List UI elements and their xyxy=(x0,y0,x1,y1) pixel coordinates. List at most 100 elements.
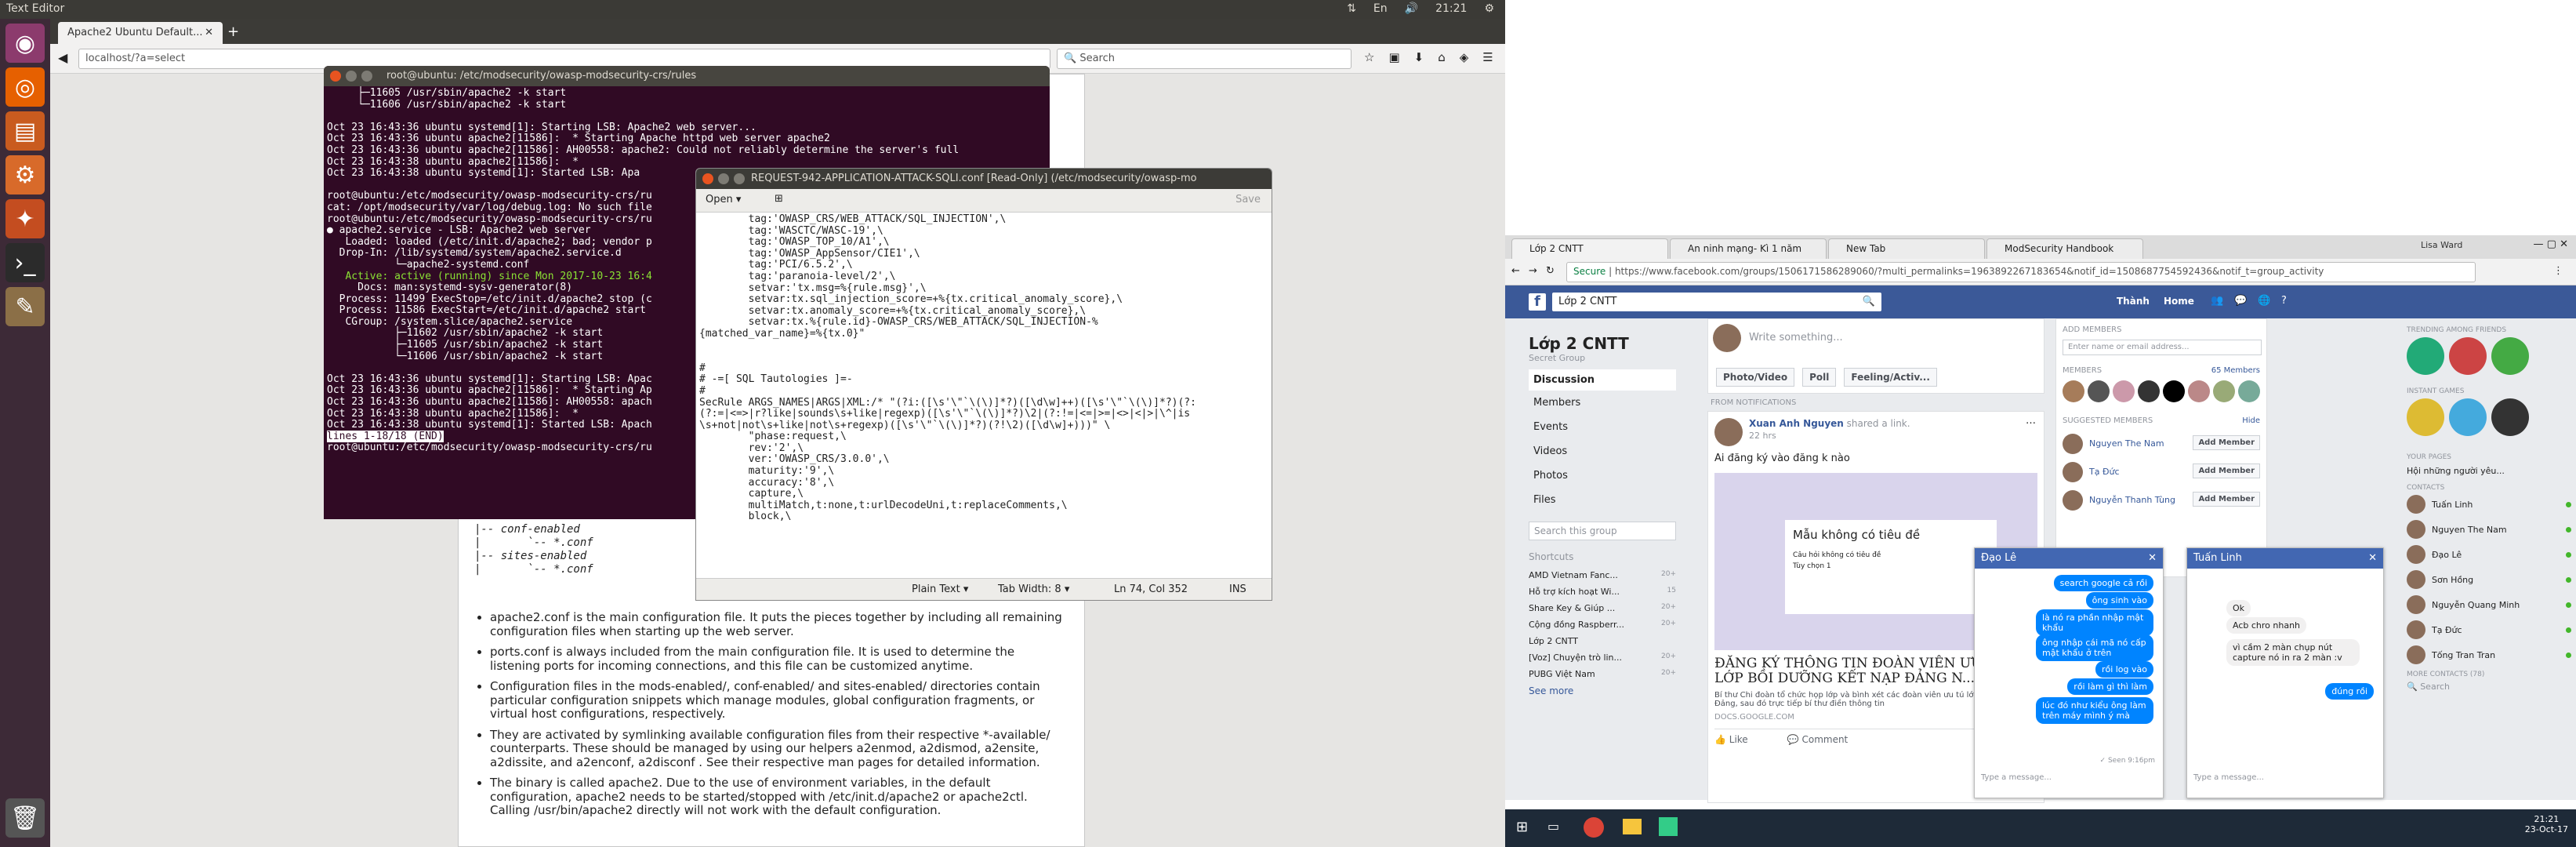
contact-item[interactable]: Sơn Hồng xyxy=(2407,567,2571,592)
chat-header[interactable]: Tuấn Linh ✕ xyxy=(2187,548,2383,569)
game-icon[interactable] xyxy=(2491,337,2529,375)
contact-item[interactable]: Tuấn Linh xyxy=(2407,492,2571,517)
members-count[interactable]: 65 Members xyxy=(2211,366,2260,375)
volume-icon[interactable]: 🔊 xyxy=(1405,2,1418,15)
taskbar-time[interactable]: 21:21 xyxy=(2525,814,2568,824)
editor-titlebar[interactable]: REQUEST-942-APPLICATION-ATTACK-SQLI.conf… xyxy=(696,169,1272,189)
back-icon[interactable]: ← xyxy=(1511,265,1520,277)
shortcut-item[interactable]: AMD Vietnam Fanc... 20+ xyxy=(1529,567,1676,583)
chat-input[interactable]: Type a message... xyxy=(1981,773,2052,782)
chrome-icon[interactable] xyxy=(1584,817,1604,838)
software-icon[interactable]: ✦ xyxy=(5,199,45,238)
back-icon[interactable]: ◀ xyxy=(58,50,67,65)
close-icon[interactable]: ✕ xyxy=(2148,552,2157,564)
suggested-member-name[interactable]: Nguyễn Thanh Tùng xyxy=(2089,495,2175,505)
gedit-window[interactable]: REQUEST-942-APPLICATION-ATTACK-SQLI.conf… xyxy=(695,168,1272,601)
help-icon[interactable]: ? xyxy=(2281,295,2287,307)
nav-photos[interactable]: Photos xyxy=(1529,463,1676,488)
forward-icon[interactable]: → xyxy=(1529,265,1537,277)
member-avatar[interactable] xyxy=(2138,380,2160,402)
search-icon[interactable]: 🔍 xyxy=(1863,296,1875,307)
menu-icon[interactable]: ☰ xyxy=(1482,50,1493,64)
minimize-icon[interactable] xyxy=(346,71,357,82)
contacts-search-input[interactable]: 🔍 Search xyxy=(2407,682,2571,692)
member-avatar[interactable] xyxy=(2188,380,2210,402)
nav-files[interactable]: Files xyxy=(1529,488,1676,512)
open-button[interactable]: Open ▾ xyxy=(706,194,741,205)
reading-list-icon[interactable]: ▣ xyxy=(1388,50,1399,64)
maximize-icon[interactable] xyxy=(361,71,372,82)
shortcut-item[interactable]: Share Key & Giúp ... 20+ xyxy=(1529,600,1676,616)
files-icon[interactable]: ▤ xyxy=(5,111,45,151)
member-avatar[interactable] xyxy=(2238,380,2260,402)
keyboard-icon[interactable]: En xyxy=(1373,2,1388,15)
facebook-search-input[interactable]: Lớp 2 CNTT 🔍 xyxy=(1552,293,1881,311)
poll-button[interactable]: Poll xyxy=(1802,368,1837,387)
terminal-titlebar[interactable]: root@ubuntu: /etc/modsecurity/owasp-mods… xyxy=(324,66,1050,86)
post-time[interactable]: 22 hrs xyxy=(1749,431,1776,441)
friend-requests-icon[interactable]: 👥 xyxy=(2211,295,2223,307)
add-member-input[interactable]: Enter name or email address... xyxy=(2063,340,2262,355)
add-member-button[interactable]: Add Member xyxy=(2193,463,2260,478)
add-member-button[interactable]: Add Member xyxy=(2193,435,2260,450)
file-explorer-icon[interactable] xyxy=(1623,819,1642,834)
chat-window-tuan-linh[interactable]: Tuấn Linh ✕ Ok Acb chro nhanh vì cầm 2 mà… xyxy=(2186,547,2384,798)
comment-button[interactable]: 💬 Comment xyxy=(1787,734,1849,745)
windows-start-icon[interactable]: ⊞ xyxy=(1516,819,1528,835)
game-icon[interactable] xyxy=(2407,337,2444,375)
contact-item[interactable]: Đạo Lê xyxy=(2407,542,2571,567)
group-search-input[interactable]: Search this group xyxy=(1529,522,1676,540)
feeling-button[interactable]: Feeling/Activ... xyxy=(1844,368,1937,387)
shortcut-item[interactable]: Cộng đồng Raspberr... 20+ xyxy=(1529,616,1676,633)
game-icon[interactable] xyxy=(2449,337,2487,375)
nav-videos[interactable]: Videos xyxy=(1529,439,1676,463)
shortcut-item[interactable]: [Voz] Chuyện trò lin... 20+ xyxy=(1529,649,1676,666)
group-name[interactable]: Lớp 2 CNTT xyxy=(1529,334,1676,353)
chrome-tab[interactable]: Lớp 2 CNTT xyxy=(1511,238,1668,259)
maximize-icon[interactable] xyxy=(734,173,745,184)
menu-icon[interactable]: ⋮ xyxy=(2553,265,2563,277)
nav-members[interactable]: Members xyxy=(1529,391,1676,415)
contact-item[interactable]: Tạ Đức xyxy=(2407,617,2571,642)
clock[interactable]: 21:21 xyxy=(1435,2,1467,15)
chrome-tab[interactable]: ModSecurity Handbook xyxy=(1986,238,2143,259)
suggested-member-name[interactable]: Nguyen The Nam xyxy=(2089,438,2164,449)
close-icon[interactable] xyxy=(702,173,713,184)
home-icon[interactable]: ⌂ xyxy=(1438,50,1446,64)
language-select[interactable]: Plain Text ▾ xyxy=(912,583,968,595)
game-icon[interactable] xyxy=(2449,398,2487,436)
chat-input[interactable]: Type a message... xyxy=(2193,773,2264,782)
chrome-tab[interactable]: An ninh mạng- Kì 1 năm xyxy=(1670,238,1827,259)
ubuntu-dash-icon[interactable]: ◉ xyxy=(5,24,45,63)
gear-icon[interactable]: ⚙ xyxy=(1484,2,1494,15)
browser-tab[interactable]: Apache2 Ubuntu Default... ✕ xyxy=(58,22,223,44)
member-avatar[interactable] xyxy=(2063,380,2084,402)
download-icon[interactable]: ⬇ xyxy=(1414,50,1424,64)
facebook-logo[interactable]: f xyxy=(1529,293,1546,311)
shortcut-item[interactable]: PUBG Việt Nam 20+ xyxy=(1529,666,1676,682)
taskbar-date[interactable]: 23-Oct-17 xyxy=(2525,824,2568,834)
member-avatar[interactable] xyxy=(2213,380,2235,402)
messages-icon[interactable]: 💬 xyxy=(2234,295,2247,307)
profile-name[interactable]: Lisa Ward xyxy=(2421,240,2462,250)
post-composer-input[interactable]: Write something... xyxy=(1749,332,1843,344)
close-icon[interactable]: ✕ xyxy=(205,27,213,38)
more-icon[interactable]: … xyxy=(2026,415,2036,427)
star-icon[interactable]: ☆ xyxy=(1364,50,1374,64)
text-editor-icon[interactable]: ✎ xyxy=(5,287,45,326)
save-button[interactable]: Save xyxy=(1235,194,1261,205)
member-avatar[interactable] xyxy=(2163,380,2185,402)
notifications-icon[interactable]: 🌐 xyxy=(2258,295,2270,307)
search-input[interactable]: 🔍 Search xyxy=(1057,49,1351,69)
trash-icon[interactable]: 🗑 xyxy=(5,798,45,838)
window-controls[interactable]: — ▢ ✕ xyxy=(2534,238,2568,250)
firefox-icon[interactable]: ◎ xyxy=(5,67,45,107)
game-icon[interactable] xyxy=(2491,398,2529,436)
member-avatar[interactable] xyxy=(2088,380,2110,402)
game-icon[interactable] xyxy=(2407,398,2444,436)
reload-icon[interactable]: ↻ xyxy=(1546,265,1555,277)
task-view-icon[interactable]: ▭ xyxy=(1547,819,1559,834)
like-button[interactable]: 👍 Like xyxy=(1714,734,1748,745)
settings-icon[interactable]: ⚙ xyxy=(5,155,45,194)
new-document-icon[interactable]: ⊞ xyxy=(775,193,783,205)
